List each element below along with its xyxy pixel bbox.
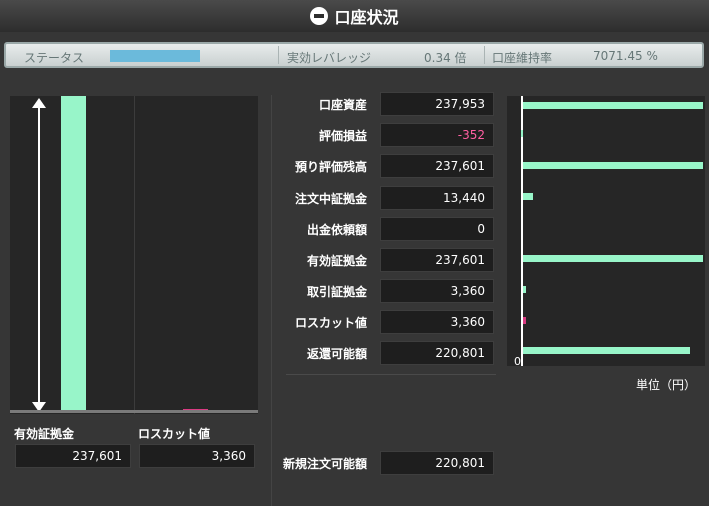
window-title: 口座状況 [334, 8, 399, 27]
row-value: -352 [380, 123, 494, 147]
row-value: 237,601 [380, 248, 494, 272]
margin-ratio-label: 口座維持率 [492, 51, 553, 65]
effective-margin-value: 237,601 [15, 444, 131, 468]
bar-7 [523, 317, 526, 324]
row-label: 取引証拠金 [306, 285, 367, 299]
status-separator [278, 46, 279, 64]
list-item: 評価損益 -352 [280, 123, 495, 147]
list-item: 注文中証拠金 13,440 [280, 186, 495, 210]
status-meter [110, 50, 200, 62]
row-value: 220,801 [380, 341, 494, 365]
panel-separator [271, 95, 272, 506]
list-item: 口座資産 237,953 [280, 92, 495, 116]
leverage-label: 実効レバレッジ [287, 51, 372, 65]
bar-8 [523, 347, 690, 354]
list-item: 返還可能額 220,801 [280, 341, 495, 365]
row-value: 13,440 [380, 186, 494, 210]
bar-3 [523, 193, 533, 200]
list-item: 有効証拠金 237,601 [280, 248, 495, 272]
row-label: 有効証拠金 [306, 254, 367, 268]
bar-5 [523, 255, 703, 262]
list-item: 出金依頼額 0 [280, 217, 495, 241]
row-label: ロスカット値 [294, 316, 367, 330]
row-value: 237,953 [380, 92, 494, 116]
row-label: 評価損益 [318, 129, 367, 143]
chart-baseline [10, 410, 258, 413]
status-label: ステータス [24, 51, 85, 65]
row-label: 注文中証拠金 [294, 192, 367, 206]
title-bar: 口座状況 [0, 0, 709, 32]
chart-divider [134, 96, 135, 414]
row-value: 0 [380, 217, 494, 241]
breakdown-bar-chart [507, 96, 705, 366]
row-label: 預り評価残高 [294, 160, 367, 174]
leverage-value: 0.34 倍 [424, 51, 467, 65]
unit-label: 単位（円） [636, 378, 697, 392]
row-label: 出金依頼額 [306, 223, 367, 237]
list-item: 取引証拠金 3,360 [280, 279, 495, 303]
row-value: 3,360 [380, 310, 494, 334]
new-order-row: 新規注文可能額 220,801 [280, 451, 495, 475]
new-order-label: 新規注文可能額 [282, 457, 367, 471]
range-arrow [38, 102, 40, 406]
row-label: 口座資産 [318, 98, 367, 112]
margin-ratio-value: 7071.45 % [593, 49, 658, 63]
losscut-value: 3,360 [139, 444, 255, 468]
list-item: 預り評価残高 237,601 [280, 154, 495, 178]
status-separator [484, 46, 485, 64]
margin-comparison-chart [10, 96, 258, 414]
row-label: 返還可能額 [306, 347, 367, 361]
arrow-up-icon [32, 98, 46, 108]
divider [286, 374, 496, 375]
effective-margin-label: 有効証拠金 [14, 427, 75, 441]
axis-zero-label: 0 [514, 355, 521, 368]
bar-0 [523, 102, 703, 109]
status-bar: ステータス 実効レバレッジ 0.34 倍 口座維持率 7071.45 % [4, 42, 704, 68]
bar-1 [521, 130, 523, 137]
list-item: ロスカット値 3,360 [280, 310, 495, 334]
row-value: 237,601 [380, 154, 494, 178]
losscut-label: ロスカット値 [138, 427, 211, 441]
effective-margin-bar [61, 96, 86, 410]
bar-2 [523, 162, 703, 169]
bar-6 [523, 286, 526, 293]
new-order-value: 220,801 [380, 451, 494, 475]
account-icon [310, 7, 329, 25]
row-value: 3,360 [380, 279, 494, 303]
